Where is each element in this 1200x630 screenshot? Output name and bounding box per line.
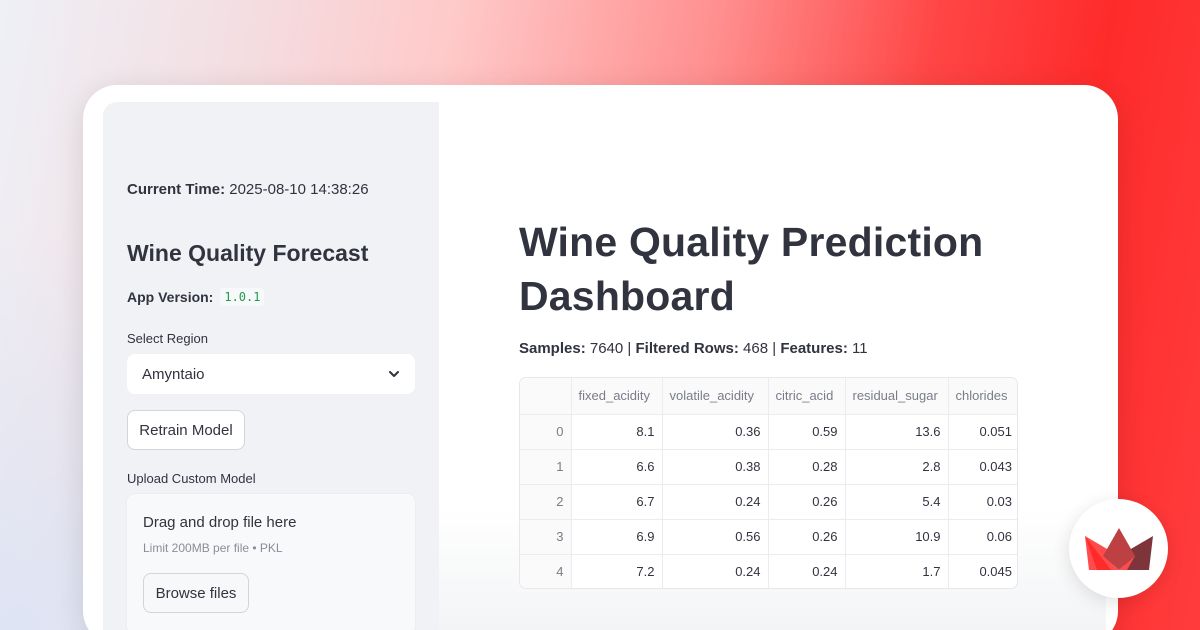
table-cell[interactable]: 8.1: [571, 414, 663, 450]
table-cell[interactable]: 5.4: [845, 484, 949, 520]
table-cell[interactable]: 1.7: [845, 554, 949, 588]
row-index: 1: [520, 449, 572, 485]
table-cell[interactable]: 0.06: [948, 519, 1017, 555]
page-title: Wine Quality Prediction Dashboard: [519, 219, 984, 319]
table-cell[interactable]: 0.26: [768, 484, 846, 520]
table-cell[interactable]: 0.24: [662, 484, 769, 520]
current-time-label: Current Time:: [127, 181, 226, 198]
table-cell[interactable]: 0.03: [948, 484, 1017, 520]
row-index: 4: [520, 554, 572, 588]
samples-label: Samples:: [519, 340, 586, 357]
main-content: Wine Quality Prediction Dashboard Sample…: [439, 102, 1106, 630]
browse-files-button[interactable]: Browse files: [143, 573, 249, 613]
sidebar-title: Wine Quality Forecast: [127, 240, 369, 266]
dataset-stats: Samples: 7640 | Filtered Rows: 468 | Fea…: [519, 340, 868, 357]
column-header-index[interactable]: [520, 378, 572, 415]
dropzone-title: Drag and drop file here: [143, 514, 297, 531]
table-cell[interactable]: 13.6: [845, 414, 949, 450]
column-header[interactable]: fixed_acidity: [571, 378, 663, 415]
column-header[interactable]: chlorides: [948, 378, 1017, 415]
app-version-label: App Version:: [127, 289, 214, 305]
streamlit-logo-badge: [1069, 499, 1168, 598]
table-cell[interactable]: 7.2: [571, 554, 663, 588]
region-select-value: Amyntaio: [142, 365, 205, 383]
samples-value: 7640: [589, 340, 624, 357]
table-cell[interactable]: 0.043: [948, 449, 1017, 485]
table-cell[interactable]: 0.045: [948, 554, 1017, 588]
table-cell[interactable]: 0.59: [768, 414, 846, 450]
retrain-model-button[interactable]: Retrain Model: [127, 410, 245, 450]
column-header[interactable]: volatile_acidity: [662, 378, 769, 415]
table-row: 4 7.2 0.24 0.24 1.7 0.045: [520, 554, 1017, 588]
table-row: 1 6.6 0.38 0.28 2.8 0.043: [520, 449, 1017, 485]
table-cell[interactable]: 0.051: [948, 414, 1017, 450]
app-container: Current Time: 2025-08-10 14:38:26 Wine Q…: [103, 102, 1106, 630]
app-version: App Version: 1.0.1: [127, 288, 265, 306]
table-cell[interactable]: 0.38: [662, 449, 769, 485]
table-cell[interactable]: 10.9: [845, 519, 949, 555]
stats-separator: |: [627, 340, 632, 357]
row-index: 0: [520, 414, 572, 450]
chevron-down-icon: [389, 371, 399, 377]
table-cell[interactable]: 0.36: [662, 414, 769, 450]
column-header[interactable]: citric_acid: [768, 378, 846, 415]
filtered-rows-label: Filtered Rows:: [635, 340, 739, 357]
table-cell[interactable]: 6.6: [571, 449, 663, 485]
column-header[interactable]: residual_sugar: [845, 378, 949, 415]
sidebar: Current Time: 2025-08-10 14:38:26 Wine Q…: [103, 102, 439, 630]
stats-separator: |: [772, 340, 777, 357]
data-table[interactable]: fixed_acidity volatile_acidity citric_ac…: [519, 377, 1018, 589]
current-time-value: 2025-08-10 14:38:26: [229, 181, 369, 198]
table-cell[interactable]: 6.9: [571, 519, 663, 555]
features-value: 11: [852, 340, 868, 357]
table-cell[interactable]: 0.28: [768, 449, 846, 485]
upload-model-label: Upload Custom Model: [127, 471, 256, 486]
table-cell[interactable]: 0.26: [768, 519, 846, 555]
table-cell[interactable]: 0.56: [662, 519, 769, 555]
features-label: Features:: [780, 340, 848, 357]
table-row: 2 6.7 0.24 0.26 5.4 0.03: [520, 484, 1017, 520]
streamlit-logo-icon: [1084, 527, 1153, 570]
table-cell[interactable]: 2.8: [845, 449, 949, 485]
app-version-value: 1.0.1: [220, 288, 265, 306]
table-row: 3 6.9 0.56 0.26 10.9 0.06: [520, 519, 1017, 555]
current-time: Current Time: 2025-08-10 14:38:26: [127, 181, 369, 198]
table-cell[interactable]: 6.7: [571, 484, 663, 520]
table-cell[interactable]: 0.24: [768, 554, 846, 588]
file-dropzone[interactable]: Drag and drop file here Limit 200MB per …: [127, 494, 415, 630]
filtered-rows-value: 468: [743, 340, 769, 357]
region-select[interactable]: Amyntaio: [127, 354, 415, 394]
table-header-row: fixed_acidity volatile_acidity citric_ac…: [520, 378, 1017, 415]
row-index: 3: [520, 519, 572, 555]
dropzone-limit: Limit 200MB per file • PKL: [143, 541, 283, 555]
table-cell[interactable]: 0.24: [662, 554, 769, 588]
row-index: 2: [520, 484, 572, 520]
region-label: Select Region: [127, 331, 208, 346]
table-row: 0 8.1 0.36 0.59 13.6 0.051: [520, 414, 1017, 450]
